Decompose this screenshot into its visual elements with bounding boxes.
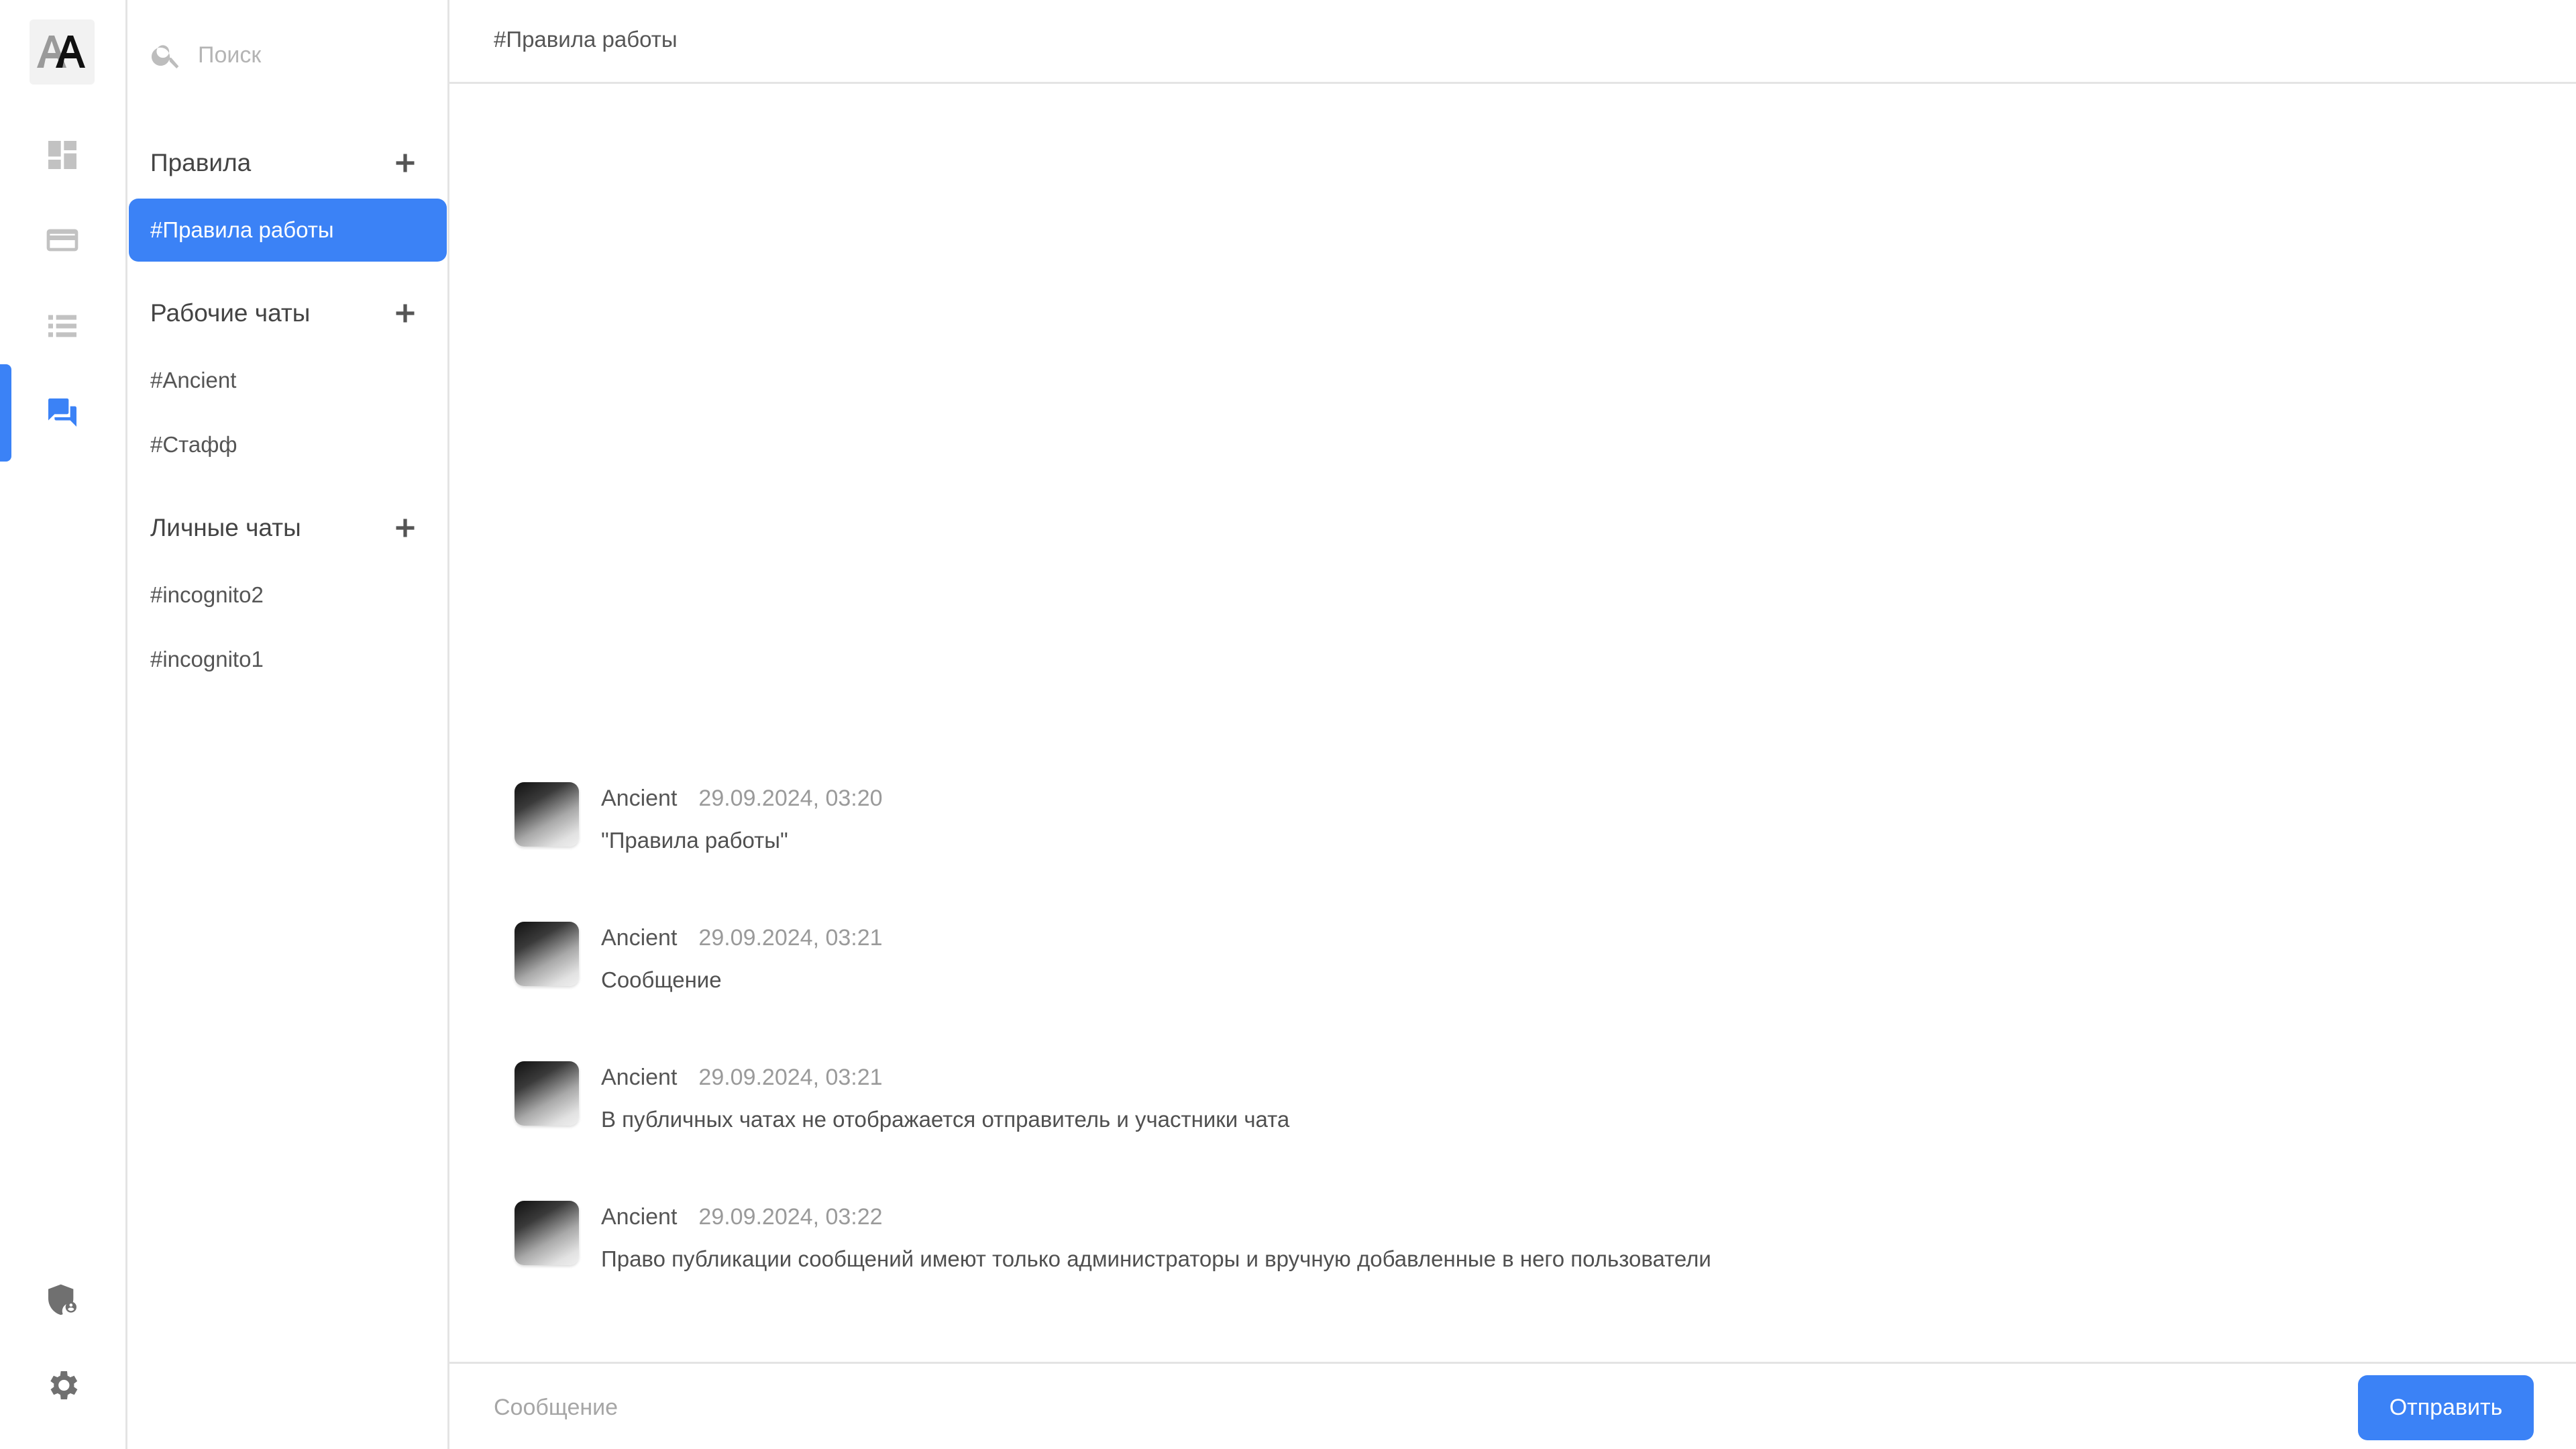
section-header-private-chats: Личные чаты xyxy=(150,504,425,551)
chat-message: Ancient 29.09.2024, 03:21 Сообщение xyxy=(515,922,2393,1016)
section-header-rules: Правила xyxy=(150,140,425,186)
send-button[interactable]: Отправить xyxy=(2358,1375,2534,1440)
active-indicator xyxy=(0,364,11,462)
plus-icon xyxy=(396,154,415,172)
rail-wallet-button[interactable] xyxy=(37,215,88,266)
dashboard-icon xyxy=(48,141,76,169)
channel-item-staff[interactable]: #Стафф xyxy=(129,413,447,476)
section-header-work-chats: Рабочие чаты xyxy=(150,290,425,337)
wallet-icon xyxy=(46,229,78,252)
avatar[interactable] xyxy=(515,922,579,986)
message-text: "Правила работы" xyxy=(601,828,788,853)
rail-list-button[interactable] xyxy=(37,301,88,352)
list-icon xyxy=(48,315,76,337)
shield-user-icon xyxy=(48,1284,76,1316)
message-author[interactable]: Ancient xyxy=(601,786,677,812)
add-channel-button[interactable] xyxy=(385,143,425,183)
rail-security-button[interactable] xyxy=(37,1275,88,1326)
add-channel-button[interactable] xyxy=(385,508,425,548)
add-channel-button[interactable] xyxy=(385,293,425,333)
gear-icon xyxy=(50,1371,78,1399)
chat-main: #Правила работы Ancient 29.09.2024, 03:2… xyxy=(449,0,2576,1449)
section-title: Рабочие чаты xyxy=(150,299,311,327)
aa-logo-icon xyxy=(37,36,85,68)
channel-item-incognito1[interactable]: #incognito1 xyxy=(129,628,447,691)
message-author[interactable]: Ancient xyxy=(601,925,677,951)
channel-item-incognito2[interactable]: #incognito2 xyxy=(129,564,447,627)
channel-item-ancient[interactable]: #Ancient xyxy=(129,349,447,412)
chat-message: Ancient 29.09.2024, 03:22 Право публикац… xyxy=(515,1201,2393,1295)
rail-chats-button[interactable] xyxy=(37,387,88,438)
message-text: В публичных чатах не отображается отправ… xyxy=(601,1107,1290,1132)
app-root: Правила #Правила работы Рабочие чаты #An… xyxy=(0,0,2576,1449)
avatar[interactable] xyxy=(515,1061,579,1126)
section-title: Правила xyxy=(150,149,252,176)
message-author[interactable]: Ancient xyxy=(601,1065,677,1091)
channel-sidebar: Правила #Правила работы Рабочие чаты #An… xyxy=(127,0,449,1449)
chat-message: Ancient 29.09.2024, 03:20 "Правила работ… xyxy=(515,782,2393,876)
chat-header: #Правила работы xyxy=(449,0,2576,84)
message-text: Сообщение xyxy=(601,967,722,992)
message-text: Право публикации сообщений имеют только … xyxy=(601,1246,1711,1271)
message-timestamp: 29.09.2024, 03:21 xyxy=(698,925,883,951)
plus-icon xyxy=(396,304,415,323)
search-box[interactable] xyxy=(150,32,431,78)
message-header: Ancient 29.09.2024, 03:21 xyxy=(601,1065,883,1091)
message-input[interactable] xyxy=(494,1387,2305,1428)
message-timestamp: 29.09.2024, 03:21 xyxy=(698,1065,883,1090)
message-composer: Отправить xyxy=(449,1362,2576,1449)
message-author[interactable]: Ancient xyxy=(601,1204,677,1230)
rail-dashboard-button[interactable] xyxy=(37,129,88,180)
message-header: Ancient 29.09.2024, 03:22 xyxy=(601,1204,883,1230)
section-title: Личные чаты xyxy=(150,514,301,541)
channel-item-rules-of-work[interactable]: #Правила работы xyxy=(129,199,447,262)
message-header: Ancient 29.09.2024, 03:21 xyxy=(601,925,883,951)
avatar[interactable] xyxy=(515,1201,579,1265)
chat-message: Ancient 29.09.2024, 03:21 В публичных ча… xyxy=(515,1061,2393,1155)
plus-icon xyxy=(396,519,415,537)
message-header: Ancient 29.09.2024, 03:20 xyxy=(601,786,883,812)
search-icon xyxy=(151,45,179,68)
chat-title: #Правила работы xyxy=(494,27,678,52)
search-input[interactable] xyxy=(198,42,419,68)
rail-settings-button[interactable] xyxy=(37,1360,88,1411)
message-timestamp: 29.09.2024, 03:22 xyxy=(698,1204,883,1230)
app-logo[interactable] xyxy=(30,19,95,85)
icon-rail xyxy=(0,0,127,1449)
message-timestamp: 29.09.2024, 03:20 xyxy=(698,786,883,811)
avatar[interactable] xyxy=(515,782,579,847)
chat-bubbles-icon xyxy=(48,398,76,427)
